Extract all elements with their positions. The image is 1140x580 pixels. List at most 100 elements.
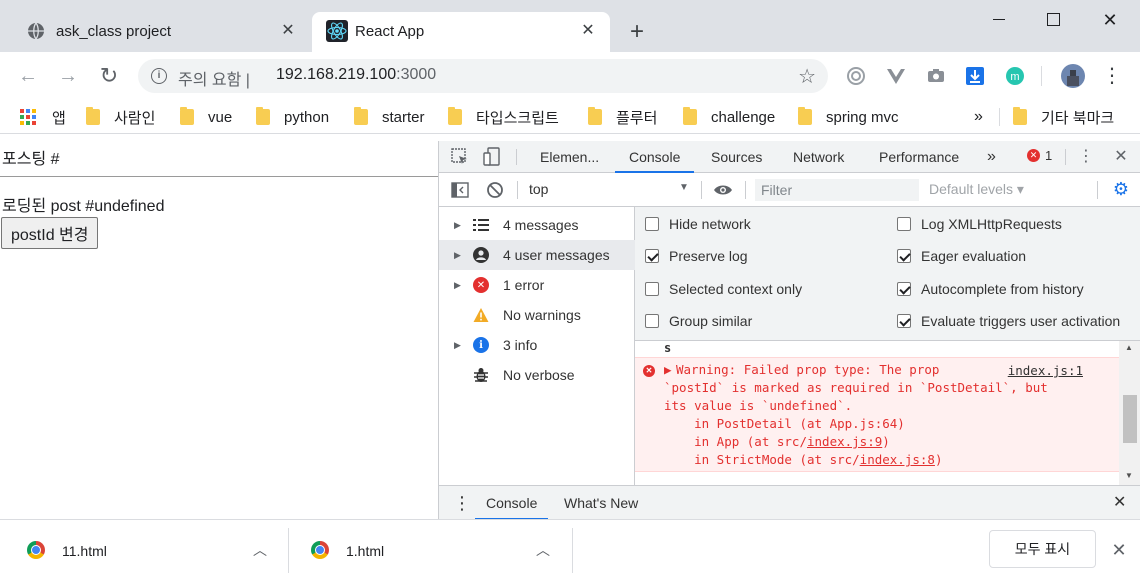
autocomplete-history-checkbox[interactable]: Autocomplete from history: [897, 281, 1084, 297]
info-icon[interactable]: i: [151, 68, 167, 84]
drawer-tab-whats-new[interactable]: What's New: [564, 486, 638, 520]
bookmark-folder[interactable]: starter: [354, 106, 425, 128]
scroll-thumb[interactable]: [1123, 395, 1137, 443]
extension-spiral-icon[interactable]: [846, 66, 866, 86]
error-count-badge[interactable]: ✕ 1: [1027, 148, 1052, 163]
group-similar-checkbox[interactable]: Group similar: [645, 313, 752, 329]
bookmarks-overflow-button[interactable]: »: [974, 106, 983, 128]
expand-arrow-icon[interactable]: ▶: [454, 250, 461, 261]
checkbox[interactable]: [897, 314, 911, 328]
reload-button[interactable]: ↻: [97, 64, 121, 88]
checkbox[interactable]: [897, 249, 911, 263]
bookmark-folder[interactable]: spring mvc: [798, 106, 899, 128]
close-window-button[interactable]: ✕: [1098, 8, 1122, 32]
expand-arrow-icon[interactable]: ▶: [454, 220, 461, 231]
checkbox[interactable]: [897, 217, 911, 231]
sidebar-item-errors[interactable]: ▶ ✕ 1 error: [439, 270, 635, 300]
bookmark-star-icon[interactable]: ☆: [798, 64, 816, 89]
stack-link[interactable]: index.js:9: [807, 434, 882, 449]
evaluate-triggers-checkbox[interactable]: Evaluate triggers user activation: [897, 313, 1120, 329]
console-scrollbar[interactable]: ▲ ▼: [1119, 341, 1140, 485]
drawer-menu-icon[interactable]: ⋮: [453, 486, 471, 520]
extension-vue-icon[interactable]: [886, 66, 906, 86]
sidebar-toggle-icon[interactable]: [450, 180, 470, 200]
checkbox[interactable]: [645, 314, 659, 328]
eye-icon[interactable]: [713, 180, 733, 200]
log-xhr-checkbox[interactable]: Log XMLHttpRequests: [897, 216, 1062, 232]
console-error-message[interactable]: ✕ ▶ Warning: Failed prop type: The prop …: [635, 357, 1119, 472]
bookmark-folder[interactable]: challenge: [683, 106, 775, 128]
expand-arrow-icon[interactable]: ▶: [454, 340, 461, 351]
selected-context-checkbox[interactable]: Selected context only: [645, 281, 802, 297]
bookmark-folder[interactable]: python: [256, 106, 329, 128]
context-select[interactable]: top: [529, 181, 548, 197]
new-tab-button[interactable]: +: [624, 20, 650, 46]
expand-arrow-icon[interactable]: ▶: [664, 361, 672, 379]
extension-m-icon[interactable]: m: [1005, 66, 1025, 86]
bookmark-folder[interactable]: 플루터: [588, 106, 657, 128]
chrome-menu-button[interactable]: ⋮: [1100, 64, 1124, 88]
checkbox[interactable]: [645, 217, 659, 231]
sidebar-item-verbose[interactable]: No verbose: [439, 360, 635, 390]
tab-elements[interactable]: Elemen...: [540, 141, 599, 173]
sidebar-item-warnings[interactable]: No warnings: [439, 300, 635, 330]
preserve-log-checkbox[interactable]: Preserve log: [645, 248, 748, 264]
chevron-up-icon[interactable]: ︿: [536, 540, 550, 560]
extension-download-icon[interactable]: [965, 66, 985, 86]
address-bar[interactable]: i 주의 요함 | 192.168.219.100:3000 ☆: [138, 59, 828, 93]
more-tabs-button[interactable]: »: [987, 141, 996, 173]
clear-console-icon[interactable]: [485, 180, 505, 200]
devtools-menu-icon[interactable]: ⋮: [1076, 147, 1096, 167]
sidebar-item-label: 4 user messages: [503, 247, 610, 263]
bookmark-apps[interactable]: 앱: [20, 106, 66, 128]
filter-input[interactable]: [755, 179, 919, 201]
drawer-tab-console[interactable]: Console: [475, 486, 549, 520]
chevron-down-icon[interactable]: ▼: [679, 182, 689, 193]
gear-icon[interactable]: ⚙: [1111, 179, 1131, 199]
bookmark-folder[interactable]: 사람인: [86, 106, 155, 128]
scroll-up-icon[interactable]: ▲: [1125, 343, 1133, 352]
close-tab-icon[interactable]: ✕: [578, 21, 598, 41]
inspect-element-icon[interactable]: [450, 147, 470, 167]
checkbox[interactable]: [645, 249, 659, 263]
tab-ask-class-project[interactable]: ask_class project ✕: [0, 12, 310, 52]
close-drawer-icon[interactable]: ✕: [1113, 486, 1126, 520]
tab-network[interactable]: Network: [793, 141, 844, 173]
device-toolbar-icon[interactable]: [482, 147, 502, 167]
expand-arrow-icon[interactable]: ▶: [454, 280, 461, 291]
extension-camera-icon[interactable]: [926, 66, 946, 86]
back-button[interactable]: ←: [16, 64, 40, 88]
forward-button[interactable]: →: [56, 64, 80, 88]
close-download-bar-icon[interactable]: ✕: [1107, 538, 1131, 562]
bookmark-folder[interactable]: 타입스크립트: [448, 106, 559, 128]
stack-link[interactable]: index.js:8: [860, 452, 935, 467]
checkbox[interactable]: [897, 282, 911, 296]
log-levels-select[interactable]: Default levels ▾: [929, 181, 1024, 198]
url-text[interactable]: 192.168.219.100:3000: [276, 66, 436, 84]
scroll-down-icon[interactable]: ▼: [1125, 471, 1133, 480]
maximize-button[interactable]: [1041, 8, 1065, 32]
download-item[interactable]: 1.html ︿: [289, 520, 572, 580]
close-devtools-icon[interactable]: ✕: [1111, 147, 1131, 167]
chrome-file-icon: [311, 541, 329, 559]
show-all-downloads-button[interactable]: 모두 표시: [989, 530, 1096, 568]
download-item[interactable]: 11.html ︿: [0, 520, 288, 580]
minimize-button[interactable]: [988, 8, 1012, 32]
eager-evaluation-checkbox[interactable]: Eager evaluation: [897, 248, 1026, 264]
close-tab-icon[interactable]: ✕: [278, 21, 298, 41]
chevron-up-icon[interactable]: ︿: [253, 540, 267, 560]
tab-performance[interactable]: Performance: [879, 141, 959, 173]
checkbox[interactable]: [645, 282, 659, 296]
tab-sources[interactable]: Sources: [711, 141, 762, 173]
profile-avatar[interactable]: [1061, 64, 1085, 88]
bookmark-folder[interactable]: vue: [180, 106, 232, 128]
change-postid-button[interactable]: postId 변경: [1, 217, 99, 249]
sidebar-item-messages[interactable]: ▶ 4 messages: [439, 210, 635, 240]
sidebar-item-info[interactable]: ▶ i 3 info: [439, 330, 635, 360]
tab-react-app[interactable]: React App ✕: [312, 12, 610, 52]
sidebar-item-user-messages[interactable]: ▶ 4 user messages: [439, 240, 635, 270]
tab-console[interactable]: Console: [615, 141, 695, 173]
hide-network-checkbox[interactable]: Hide network: [645, 216, 751, 232]
other-bookmarks[interactable]: 기타 북마크: [1013, 106, 1114, 128]
log-source-link[interactable]: index.js:1: [1008, 363, 1083, 378]
